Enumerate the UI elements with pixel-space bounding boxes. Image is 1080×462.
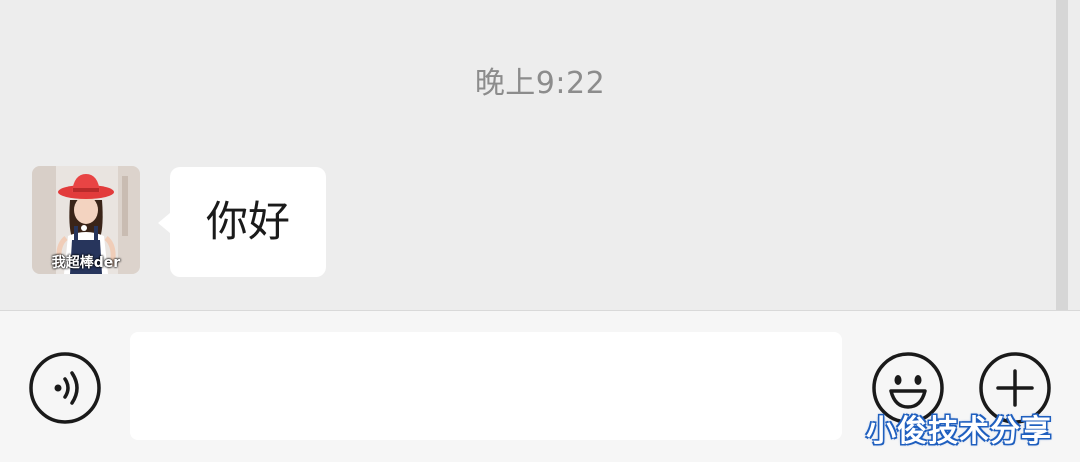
voice-icon <box>29 352 101 424</box>
avatar-caption: 我超棒der <box>51 255 121 271</box>
voice-button[interactable] <box>28 351 102 425</box>
message-input[interactable] <box>130 332 842 440</box>
avatar[interactable]: 我超棒der <box>32 166 140 274</box>
message-timestamp: 晚上9:22 <box>474 66 606 101</box>
chat-area: 晚上9:22 我超棒der 你好 <box>0 0 1068 310</box>
message-bubble[interactable]: 你好 <box>158 167 326 277</box>
scrollbar[interactable] <box>1056 0 1068 310</box>
message-text: 你好 <box>205 197 290 246</box>
watermark: 小俊技术分享 <box>866 414 1052 449</box>
